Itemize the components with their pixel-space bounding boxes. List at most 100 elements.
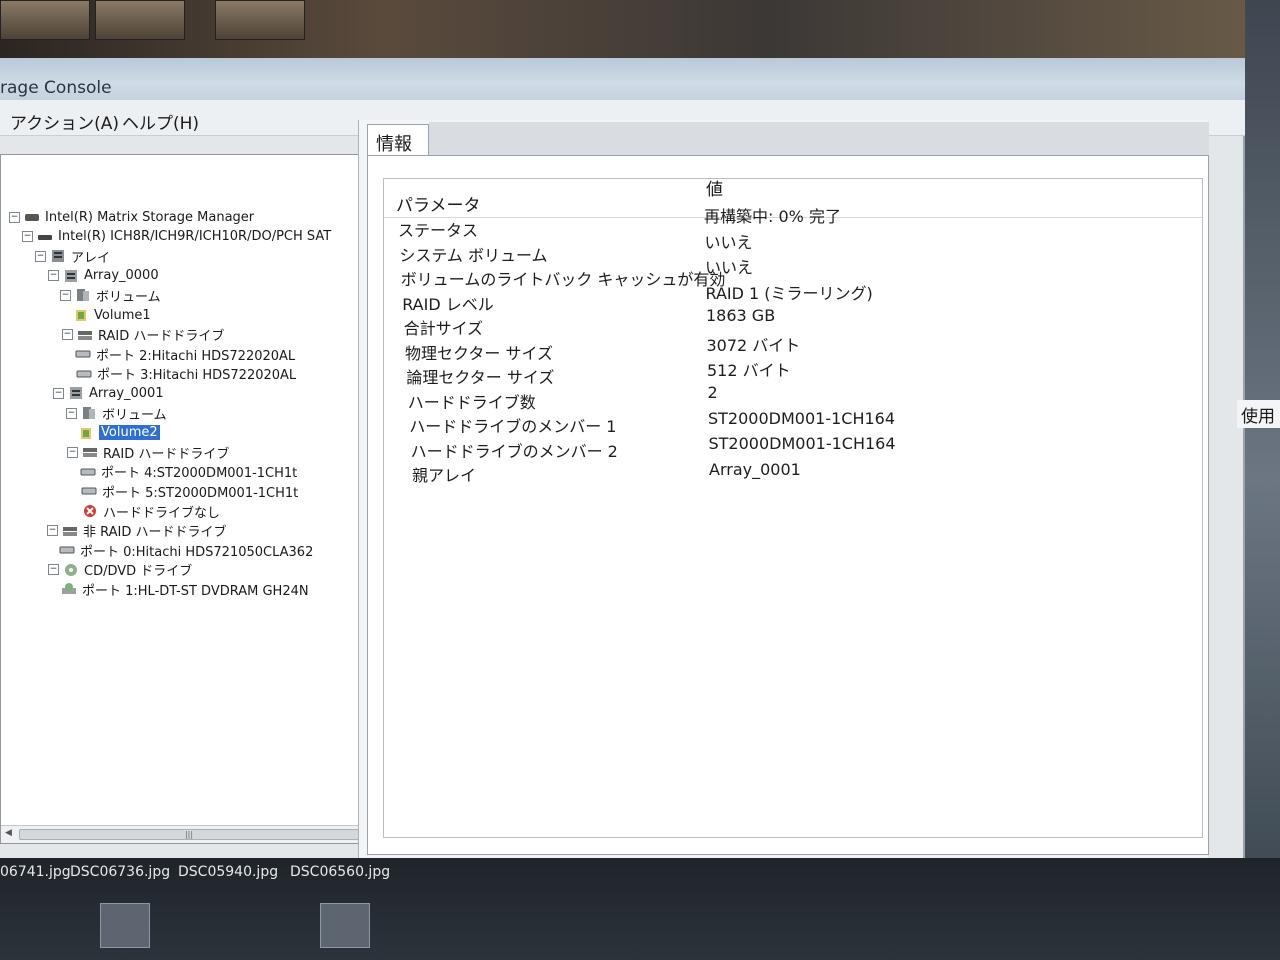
tree-item[interactable]: − Array_0001 bbox=[53, 383, 164, 403]
tree-item[interactable]: Volume2 bbox=[78, 423, 160, 443]
hard-drive-icon bbox=[80, 465, 96, 479]
optical-group-icon bbox=[63, 563, 79, 577]
tree-expander-icon[interactable]: − bbox=[62, 329, 73, 341]
tree-item[interactable]: − Intel(R) Matrix Storage Manager bbox=[9, 207, 254, 227]
tree-item[interactable]: ポート 1:HL-DT-ST DVDRAM GH24N bbox=[61, 579, 309, 599]
tree-expander-icon[interactable]: − bbox=[66, 407, 77, 419]
param-value: いいえ bbox=[704, 232, 753, 252]
info-list: パラメータ 値 ステータス 再構築中: 0% 完了 システム ボリューム いいえ ボリュ… bbox=[383, 178, 1203, 838]
tree-item-label: CD/DVD ドライブ bbox=[84, 564, 193, 580]
param-value: ST2000DM001-1CH164 bbox=[708, 408, 896, 428]
tree-item[interactable]: ポート 2:Hitachi HDS722020AL bbox=[75, 344, 295, 364]
missing-drive-icon bbox=[82, 504, 98, 518]
tree-expander-icon[interactable]: − bbox=[47, 525, 58, 537]
hard-drive-icon bbox=[81, 484, 97, 498]
desktop-file-label[interactable]: DSC06560.jpg bbox=[290, 864, 390, 880]
device-tree[interactable]: − Intel(R) Matrix Storage Manager − Intel(R… bbox=[0, 154, 385, 844]
tree-item-label: RAID ハードドライブ bbox=[98, 329, 225, 345]
info-pane: 情報 パラメータ 値 ステータス 再構築中: 0% 完了 システム ボリューム いいえ… bbox=[358, 120, 1209, 858]
scroll-thumb[interactable]: ||| bbox=[19, 829, 359, 840]
tree-item-label: ハードドライブなし bbox=[103, 505, 221, 521]
tree-expander-icon[interactable]: − bbox=[67, 446, 78, 458]
param-name: ボリュームのライトバック キャッシュが有効 bbox=[400, 270, 726, 289]
tree-item[interactable]: − Array_0000 bbox=[48, 266, 159, 286]
param-name: 論理セクター サイズ bbox=[406, 368, 555, 387]
tree-item-label: ポート 0:Hitachi HDS721050CLA362 bbox=[80, 544, 314, 560]
tree-expander-icon[interactable]: − bbox=[48, 564, 59, 576]
tree-item-label: ポート 1:HL-DT-ST DVDRAM GH24N bbox=[82, 583, 309, 599]
tree-expander-icon[interactable]: − bbox=[48, 270, 59, 282]
tree-item[interactable]: − RAID ハードドライブ bbox=[62, 325, 224, 345]
desktop-file-label[interactable]: DSC05940.jpg bbox=[178, 864, 278, 880]
desktop-background-top bbox=[0, 0, 1280, 60]
tree-item-label: Array_0001 bbox=[89, 385, 164, 401]
array-icon bbox=[68, 386, 84, 400]
controller-icon bbox=[37, 230, 53, 244]
tree-expander-icon[interactable]: − bbox=[35, 250, 46, 262]
tree-item[interactable]: − 非 RAID ハードドライブ bbox=[47, 521, 227, 541]
window-title: rage Console bbox=[0, 78, 112, 98]
tree-item-label: ポート 5:ST2000DM001-1CH1t bbox=[102, 485, 299, 501]
storage-console-window: rage Console アクション(A) ヘルプ(H) − Intel(R) M… bbox=[0, 58, 1245, 858]
tree-item-label: Volume1 bbox=[94, 307, 151, 323]
tree-item-label: アレイ bbox=[71, 250, 111, 266]
tree-item[interactable]: ポート 0:Hitachi HDS721050CLA362 bbox=[59, 540, 313, 560]
tree-item[interactable]: ポート 4:ST2000DM001-1CH1t bbox=[80, 462, 297, 482]
param-value: 2 bbox=[707, 382, 718, 402]
volume-icon bbox=[78, 426, 94, 440]
tree-item[interactable]: − ボリューム bbox=[66, 403, 167, 423]
desktop-thumbnail[interactable] bbox=[320, 903, 370, 948]
desktop-right-edge: 使用 bbox=[1237, 0, 1280, 960]
menu-help[interactable]: ヘルプ(H) bbox=[122, 109, 199, 134]
tree-expander-icon[interactable]: − bbox=[9, 211, 20, 223]
param-value: いいえ bbox=[705, 258, 754, 278]
scroll-left-icon[interactable]: ◀ bbox=[5, 828, 12, 838]
tree-item-label: Array_0000 bbox=[84, 268, 159, 284]
tree-item-label: ポート 3:Hitachi HDS722020AL bbox=[97, 368, 297, 384]
param-name: ハードドライブのメンバー 1 bbox=[409, 417, 617, 436]
raid-drives-icon bbox=[62, 524, 78, 538]
param-value: 再構築中: 0% 完了 bbox=[704, 207, 841, 226]
tree-item-label: ポート 2:Hitachi HDS722020AL bbox=[96, 348, 296, 364]
tree-item[interactable]: ポート 3:Hitachi HDS722020AL bbox=[76, 364, 296, 384]
menu-action[interactable]: アクション(A) bbox=[10, 109, 119, 134]
tree-item-label: ポート 4:ST2000DM001-1CH1t bbox=[101, 466, 298, 482]
desktop-thumbnail[interactable] bbox=[100, 903, 150, 948]
param-value: 3072 バイト bbox=[706, 335, 801, 355]
tree-item-label: Intel(R) Matrix Storage Manager bbox=[45, 209, 255, 225]
hard-drive-icon bbox=[76, 367, 92, 381]
tree-item[interactable]: − アレイ bbox=[35, 246, 110, 266]
tree-expander-icon[interactable]: − bbox=[22, 231, 33, 243]
optical-drive-icon bbox=[61, 582, 77, 596]
tree-horizontal-scrollbar[interactable]: ◀ ||| ▶ bbox=[1, 825, 384, 843]
tree-item-label: 非 RAID ハードドライブ bbox=[83, 525, 227, 541]
tree-item[interactable]: − RAID ハードドライブ bbox=[67, 442, 229, 462]
tree-item[interactable]: − CD/DVD ドライブ bbox=[48, 560, 192, 580]
side-note: 使用 bbox=[1237, 400, 1280, 428]
volume-icon bbox=[73, 308, 89, 322]
tree-item[interactable]: ハードドライブなし bbox=[82, 501, 220, 521]
volume-group-icon bbox=[81, 406, 97, 420]
param-value: 1863 GB bbox=[706, 305, 776, 325]
tree-item-label: RAID ハードドライブ bbox=[103, 446, 230, 462]
param-value: ST2000DM001-1CH164 bbox=[708, 434, 896, 454]
tree-expander-icon[interactable]: − bbox=[60, 289, 71, 301]
tab-info[interactable]: 情報 bbox=[367, 124, 429, 156]
desktop-file-label[interactable]: 06741.jpg bbox=[0, 864, 71, 880]
desktop-thumbnail bbox=[0, 0, 90, 40]
tree-item-label: ボリューム bbox=[102, 407, 167, 423]
tree-item[interactable]: Volume1 bbox=[73, 305, 151, 325]
tree-item[interactable]: ポート 5:ST2000DM001-1CH1t bbox=[81, 481, 298, 501]
param-value: RAID 1 (ミラーリング) bbox=[705, 284, 873, 304]
title-bar[interactable]: rage Console bbox=[0, 58, 1245, 100]
tree-item[interactable]: − Intel(R) ICH8R/ICH9R/ICH10R/DO/PCH SAT bbox=[22, 227, 331, 247]
param-value: 512 バイト bbox=[707, 361, 791, 381]
tree-item[interactable]: − ボリューム bbox=[60, 285, 161, 305]
volume-group-icon bbox=[75, 288, 91, 302]
desktop-file-label[interactable]: DSC06736.jpg bbox=[70, 864, 170, 880]
tree-item-label: ボリューム bbox=[96, 289, 161, 305]
param-value: Array_0001 bbox=[709, 460, 801, 479]
param-name: 物理セクター サイズ bbox=[405, 343, 553, 363]
tree-expander-icon[interactable]: − bbox=[53, 387, 64, 399]
param-name: 親アレイ bbox=[412, 466, 477, 485]
